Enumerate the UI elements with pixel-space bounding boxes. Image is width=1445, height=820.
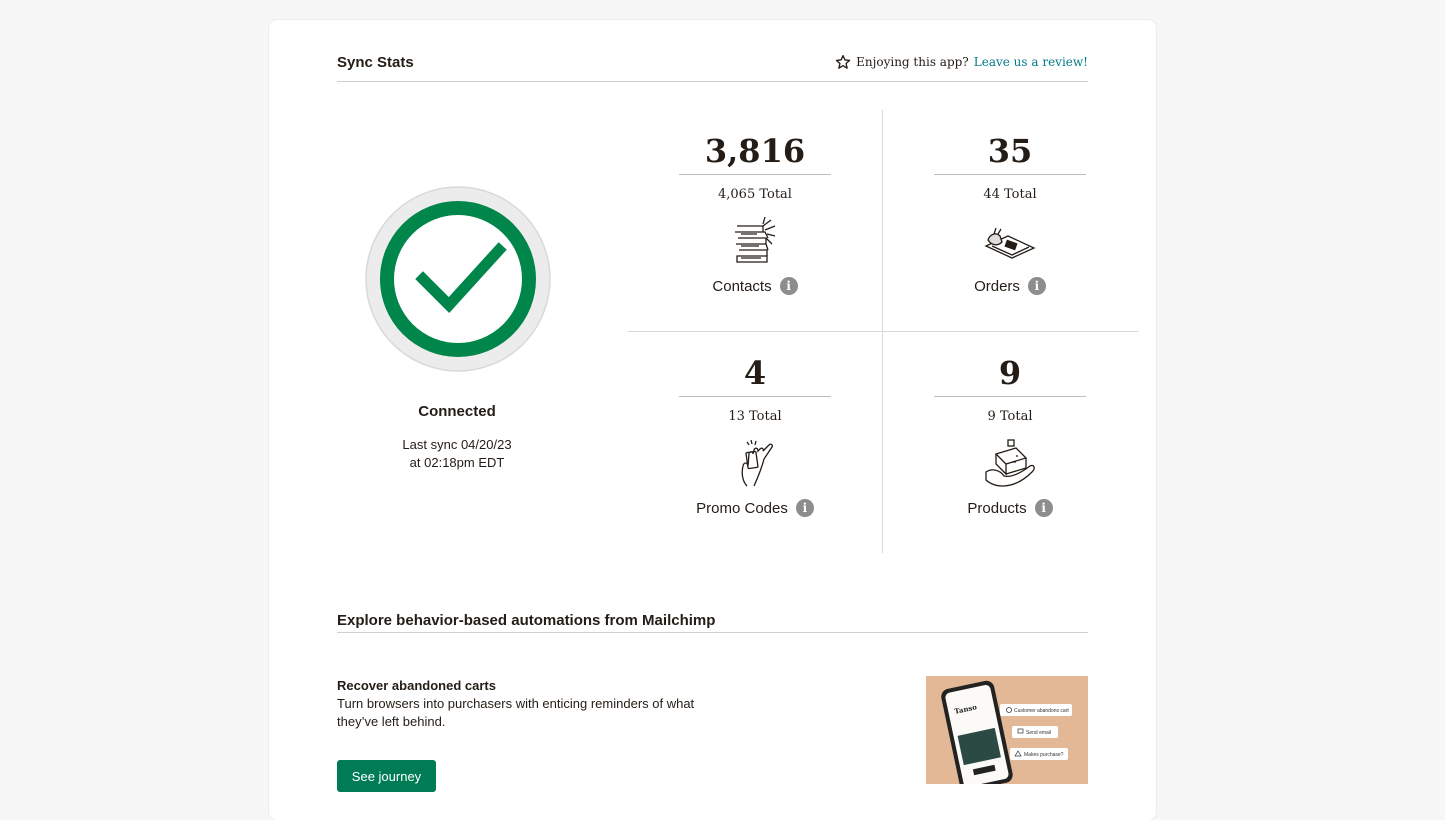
sync-stats-header: Sync Stats Enjoying this app? Leave us a… (337, 54, 1088, 82)
stat-label-row: Products i (883, 499, 1137, 517)
promo-codes-info-icon[interactable]: i (795, 499, 814, 517)
automations-title: Explore behavior-based automations from … (337, 612, 716, 629)
contacts-illustration-icon (735, 216, 776, 263)
stat-promo-codes: 4 13 Total Promo Codes i (628, 332, 882, 553)
stat-orders: 35 44 Total Orders i (883, 110, 1137, 331)
stat-total: 4,065 Total (718, 187, 792, 202)
automation-description: Turn browsers into purchasers with entic… (337, 696, 695, 729)
automations-header: Explore behavior-based automations from … (337, 612, 1088, 633)
stat-label-row: Contacts i (628, 277, 882, 295)
see-journey-button[interactable]: See journey (337, 760, 436, 792)
stat-value: 9 (934, 354, 1086, 397)
stat-label: Products (967, 499, 1027, 517)
automation-title: Recover abandoned carts (337, 678, 496, 693)
last-sync-text: Last sync 04/20/23 at 02:18pm EDT (365, 436, 549, 472)
stat-label: Orders (974, 277, 1020, 295)
stat-contacts: 3,816 4,065 Total Contacts i (628, 110, 882, 331)
stat-total: 44 Total (983, 187, 1037, 202)
status-label: Connected (418, 403, 496, 420)
stat-label-row: Promo Codes i (628, 499, 882, 517)
check-circle-icon (365, 186, 551, 372)
promo-codes-illustration-icon (741, 439, 773, 487)
preview-step-2: Send email (1026, 730, 1051, 736)
phone-mockup-image: Tanso Customer abandons cart Send email … (926, 676, 1088, 784)
stats-grid: 3,816 4,065 Total Contacts i 35 44 Total (628, 110, 1138, 553)
preview-step-3: Makes purchase? (1024, 752, 1064, 758)
orders-illustration-icon (984, 227, 1036, 259)
contacts-info-icon[interactable]: i (779, 277, 798, 295)
preview-step-1: Customer abandons cart (1014, 708, 1069, 714)
stat-products: 9 9 Total Products i (883, 332, 1137, 553)
abandoned-cart-preview-image: Tanso Customer abandons cart Send email … (926, 676, 1088, 784)
products-illustration-icon (985, 439, 1035, 487)
stat-value: 4 (679, 354, 831, 397)
last-sync-date: Last sync 04/20/23 (402, 437, 512, 452)
sync-stats-card: Sync Stats Enjoying this app? Leave us a… (269, 20, 1156, 820)
review-prompt: Enjoying this app? Leave us a review! (835, 54, 1088, 70)
stat-value: 35 (934, 132, 1086, 175)
stat-value: 3,816 (679, 132, 831, 175)
products-info-icon[interactable]: i (1034, 499, 1053, 517)
leave-review-link[interactable]: Leave us a review! (974, 55, 1088, 69)
stat-total: 9 Total (987, 409, 1033, 424)
stat-label: Promo Codes (696, 499, 788, 517)
stat-total: 13 Total (728, 409, 782, 424)
connection-status: Connected Last sync 04/20/23 at 02:18pm … (365, 186, 551, 472)
stat-label: Contacts (712, 277, 772, 295)
stat-label-row: Orders i (883, 277, 1137, 295)
star-icon (835, 55, 851, 69)
review-question: Enjoying this app? (856, 55, 969, 69)
orders-info-icon[interactable]: i (1027, 277, 1046, 295)
last-sync-time: at 02:18pm EDT (409, 455, 505, 470)
